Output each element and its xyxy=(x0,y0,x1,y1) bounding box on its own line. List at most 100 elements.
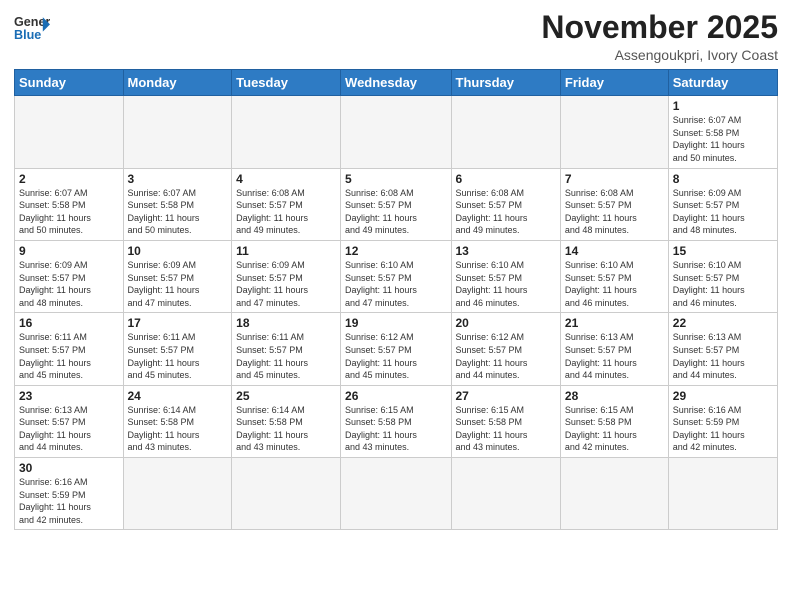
day-number: 15 xyxy=(673,244,773,258)
calendar-cell: 25Sunrise: 6:14 AMSunset: 5:58 PMDayligh… xyxy=(232,385,341,457)
week-row-3: 9Sunrise: 6:09 AMSunset: 5:57 PMDaylight… xyxy=(15,240,778,312)
day-info: Sunrise: 6:15 AMSunset: 5:58 PMDaylight:… xyxy=(345,404,446,454)
calendar-cell: 17Sunrise: 6:11 AMSunset: 5:57 PMDayligh… xyxy=(123,313,232,385)
day-info: Sunrise: 6:12 AMSunset: 5:57 PMDaylight:… xyxy=(456,331,556,381)
day-info: Sunrise: 6:14 AMSunset: 5:58 PMDaylight:… xyxy=(236,404,336,454)
day-info: Sunrise: 6:15 AMSunset: 5:58 PMDaylight:… xyxy=(565,404,664,454)
day-info: Sunrise: 6:09 AMSunset: 5:57 PMDaylight:… xyxy=(19,259,119,309)
day-info: Sunrise: 6:08 AMSunset: 5:57 PMDaylight:… xyxy=(565,187,664,237)
day-number: 4 xyxy=(236,172,336,186)
weekday-header-saturday: Saturday xyxy=(668,70,777,96)
calendar-cell: 1Sunrise: 6:07 AMSunset: 5:58 PMDaylight… xyxy=(668,96,777,168)
day-number: 26 xyxy=(345,389,446,403)
weekday-header-friday: Friday xyxy=(560,70,668,96)
weekday-header-monday: Monday xyxy=(123,70,232,96)
day-number: 22 xyxy=(673,316,773,330)
calendar-cell: 11Sunrise: 6:09 AMSunset: 5:57 PMDayligh… xyxy=(232,240,341,312)
day-info: Sunrise: 6:07 AMSunset: 5:58 PMDaylight:… xyxy=(673,114,773,164)
calendar: SundayMondayTuesdayWednesdayThursdayFrid… xyxy=(14,69,778,530)
calendar-cell: 10Sunrise: 6:09 AMSunset: 5:57 PMDayligh… xyxy=(123,240,232,312)
calendar-cell: 5Sunrise: 6:08 AMSunset: 5:57 PMDaylight… xyxy=(341,168,451,240)
day-number: 27 xyxy=(456,389,556,403)
day-number: 21 xyxy=(565,316,664,330)
calendar-cell xyxy=(560,458,668,530)
day-info: Sunrise: 6:08 AMSunset: 5:57 PMDaylight:… xyxy=(236,187,336,237)
day-number: 25 xyxy=(236,389,336,403)
day-number: 14 xyxy=(565,244,664,258)
calendar-cell: 2Sunrise: 6:07 AMSunset: 5:58 PMDaylight… xyxy=(15,168,124,240)
day-info: Sunrise: 6:10 AMSunset: 5:57 PMDaylight:… xyxy=(673,259,773,309)
calendar-cell: 29Sunrise: 6:16 AMSunset: 5:59 PMDayligh… xyxy=(668,385,777,457)
day-info: Sunrise: 6:09 AMSunset: 5:57 PMDaylight:… xyxy=(128,259,228,309)
calendar-cell: 12Sunrise: 6:10 AMSunset: 5:57 PMDayligh… xyxy=(341,240,451,312)
calendar-cell xyxy=(451,96,560,168)
day-info: Sunrise: 6:11 AMSunset: 5:57 PMDaylight:… xyxy=(128,331,228,381)
calendar-cell: 3Sunrise: 6:07 AMSunset: 5:58 PMDaylight… xyxy=(123,168,232,240)
day-info: Sunrise: 6:13 AMSunset: 5:57 PMDaylight:… xyxy=(565,331,664,381)
calendar-cell: 6Sunrise: 6:08 AMSunset: 5:57 PMDaylight… xyxy=(451,168,560,240)
day-number: 11 xyxy=(236,244,336,258)
calendar-cell: 9Sunrise: 6:09 AMSunset: 5:57 PMDaylight… xyxy=(15,240,124,312)
week-row-1: 1Sunrise: 6:07 AMSunset: 5:58 PMDaylight… xyxy=(15,96,778,168)
day-number: 30 xyxy=(19,461,119,475)
weekday-header-wednesday: Wednesday xyxy=(341,70,451,96)
day-number: 7 xyxy=(565,172,664,186)
day-number: 5 xyxy=(345,172,446,186)
day-info: Sunrise: 6:09 AMSunset: 5:57 PMDaylight:… xyxy=(236,259,336,309)
calendar-cell: 15Sunrise: 6:10 AMSunset: 5:57 PMDayligh… xyxy=(668,240,777,312)
day-number: 17 xyxy=(128,316,228,330)
svg-text:Blue: Blue xyxy=(14,28,41,42)
day-number: 29 xyxy=(673,389,773,403)
calendar-cell: 30Sunrise: 6:16 AMSunset: 5:59 PMDayligh… xyxy=(15,458,124,530)
calendar-cell xyxy=(668,458,777,530)
day-info: Sunrise: 6:10 AMSunset: 5:57 PMDaylight:… xyxy=(456,259,556,309)
page: General Blue November 2025 Assengoukpri,… xyxy=(0,0,792,612)
weekday-header-tuesday: Tuesday xyxy=(232,70,341,96)
calendar-cell xyxy=(232,458,341,530)
calendar-cell: 13Sunrise: 6:10 AMSunset: 5:57 PMDayligh… xyxy=(451,240,560,312)
calendar-cell xyxy=(560,96,668,168)
day-info: Sunrise: 6:16 AMSunset: 5:59 PMDaylight:… xyxy=(673,404,773,454)
calendar-cell xyxy=(15,96,124,168)
day-number: 28 xyxy=(565,389,664,403)
day-info: Sunrise: 6:08 AMSunset: 5:57 PMDaylight:… xyxy=(456,187,556,237)
calendar-cell: 27Sunrise: 6:15 AMSunset: 5:58 PMDayligh… xyxy=(451,385,560,457)
day-number: 2 xyxy=(19,172,119,186)
week-row-2: 2Sunrise: 6:07 AMSunset: 5:58 PMDaylight… xyxy=(15,168,778,240)
day-number: 1 xyxy=(673,99,773,113)
title-block: November 2025 Assengoukpri, Ivory Coast xyxy=(541,10,778,63)
calendar-cell xyxy=(123,96,232,168)
calendar-cell: 23Sunrise: 6:13 AMSunset: 5:57 PMDayligh… xyxy=(15,385,124,457)
logo-icon: General Blue xyxy=(14,10,50,46)
calendar-cell: 18Sunrise: 6:11 AMSunset: 5:57 PMDayligh… xyxy=(232,313,341,385)
calendar-cell: 20Sunrise: 6:12 AMSunset: 5:57 PMDayligh… xyxy=(451,313,560,385)
day-number: 12 xyxy=(345,244,446,258)
weekday-header-row: SundayMondayTuesdayWednesdayThursdayFrid… xyxy=(15,70,778,96)
calendar-cell: 22Sunrise: 6:13 AMSunset: 5:57 PMDayligh… xyxy=(668,313,777,385)
calendar-cell: 14Sunrise: 6:10 AMSunset: 5:57 PMDayligh… xyxy=(560,240,668,312)
day-info: Sunrise: 6:12 AMSunset: 5:57 PMDaylight:… xyxy=(345,331,446,381)
calendar-cell: 16Sunrise: 6:11 AMSunset: 5:57 PMDayligh… xyxy=(15,313,124,385)
day-info: Sunrise: 6:08 AMSunset: 5:57 PMDaylight:… xyxy=(345,187,446,237)
weekday-header-thursday: Thursday xyxy=(451,70,560,96)
calendar-cell xyxy=(341,96,451,168)
day-number: 24 xyxy=(128,389,228,403)
day-number: 10 xyxy=(128,244,228,258)
day-number: 19 xyxy=(345,316,446,330)
weekday-header-sunday: Sunday xyxy=(15,70,124,96)
header: General Blue November 2025 Assengoukpri,… xyxy=(14,10,778,63)
day-info: Sunrise: 6:09 AMSunset: 5:57 PMDaylight:… xyxy=(673,187,773,237)
day-number: 8 xyxy=(673,172,773,186)
day-number: 20 xyxy=(456,316,556,330)
calendar-cell: 26Sunrise: 6:15 AMSunset: 5:58 PMDayligh… xyxy=(341,385,451,457)
day-info: Sunrise: 6:10 AMSunset: 5:57 PMDaylight:… xyxy=(565,259,664,309)
day-info: Sunrise: 6:11 AMSunset: 5:57 PMDaylight:… xyxy=(19,331,119,381)
day-info: Sunrise: 6:15 AMSunset: 5:58 PMDaylight:… xyxy=(456,404,556,454)
calendar-cell xyxy=(123,458,232,530)
calendar-cell xyxy=(451,458,560,530)
day-number: 16 xyxy=(19,316,119,330)
day-number: 13 xyxy=(456,244,556,258)
month-title: November 2025 xyxy=(541,10,778,45)
day-info: Sunrise: 6:16 AMSunset: 5:59 PMDaylight:… xyxy=(19,476,119,526)
calendar-cell: 4Sunrise: 6:08 AMSunset: 5:57 PMDaylight… xyxy=(232,168,341,240)
